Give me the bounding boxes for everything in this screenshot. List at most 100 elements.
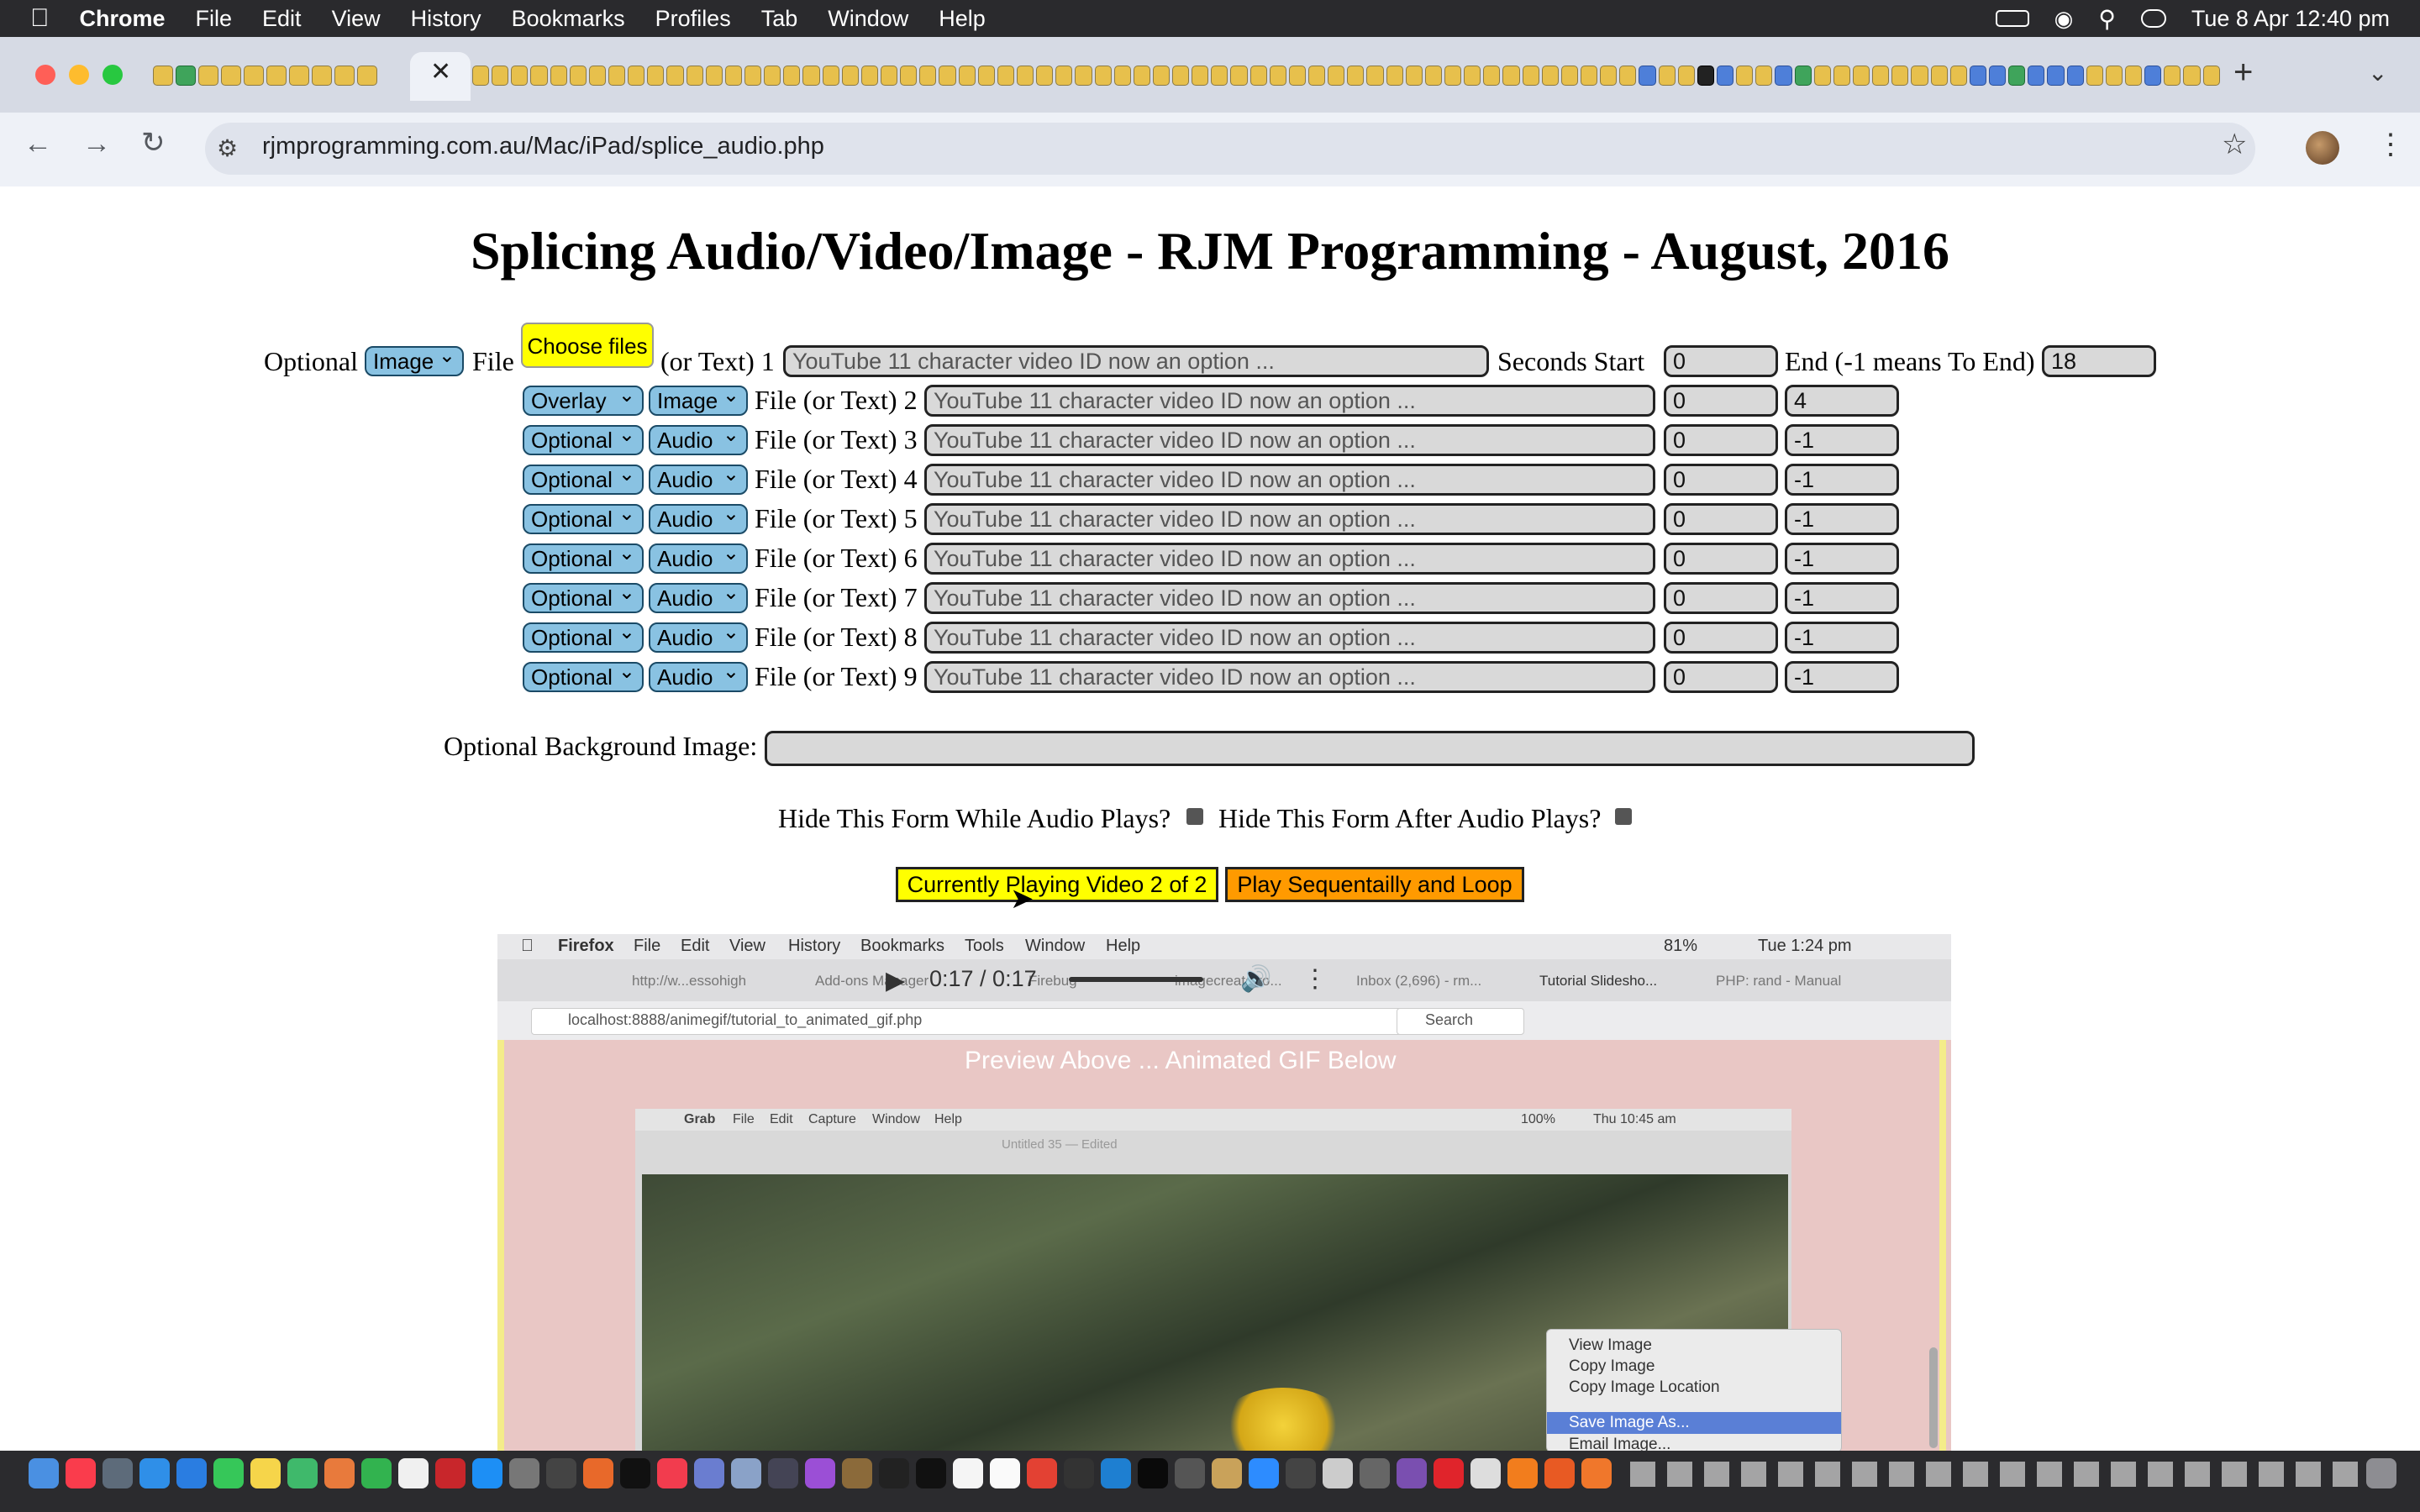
tool-icon[interactable] <box>546 1458 576 1488</box>
row-text-input[interactable]: YouTube 11 character video ID now an opt… <box>924 582 1655 614</box>
row-mode-select[interactable]: Optional <box>523 580 644 613</box>
app-icon[interactable] <box>1544 1458 1575 1488</box>
play-sequentially-loop-button[interactable]: Play Sequentailly and Loop <box>1225 867 1524 902</box>
row-text-input[interactable]: YouTube 11 character video ID now an opt… <box>924 464 1655 496</box>
app-icon[interactable] <box>1323 1458 1353 1488</box>
row-end-input[interactable]: -1 <box>1785 622 1899 654</box>
hide-after-checkbox[interactable] <box>1615 808 1632 825</box>
trash-icon[interactable] <box>2366 1458 2396 1488</box>
finder-icon[interactable] <box>29 1458 59 1488</box>
back-arrow-icon[interactable]: ← <box>24 128 52 160</box>
close-window-button[interactable] <box>35 65 55 85</box>
row-start-input[interactable]: 0 <box>1664 464 1778 496</box>
spotlight-search-icon[interactable]: ⚲ <box>2098 5 2116 33</box>
tab-favicon[interactable] <box>312 66 332 86</box>
row-mode-select[interactable]: Optional <box>523 461 644 495</box>
row-type-select[interactable]: Audio <box>649 619 748 653</box>
video-more-icon[interactable]: ⋮ <box>1302 964 1328 994</box>
row-end-input[interactable]: -1 <box>1785 464 1899 496</box>
row-mode-select[interactable]: Overlay <box>523 382 644 416</box>
zoom-window-button[interactable] <box>103 65 123 85</box>
menu-tab[interactable]: Tab <box>761 6 798 32</box>
tab-favicon[interactable] <box>334 66 355 86</box>
row-mode-select[interactable]: Optional <box>523 659 644 692</box>
tab-search-chevron-icon[interactable]: ⌄ <box>2368 59 2387 87</box>
row-start-input[interactable]: 0 <box>1664 582 1778 614</box>
row-text-input[interactable]: YouTube 11 character video ID now an opt… <box>924 543 1655 575</box>
facetime-icon[interactable] <box>361 1458 392 1488</box>
app-icon[interactable] <box>1064 1458 1094 1488</box>
calculator-app-icon[interactable] <box>509 1458 539 1488</box>
row-end-input[interactable]: -1 <box>1785 661 1899 693</box>
apple-tv-icon[interactable] <box>620 1458 650 1488</box>
tab-favicons-row[interactable] <box>472 60 2220 91</box>
app-icon[interactable] <box>1360 1458 1390 1488</box>
row-end-input[interactable]: -1 <box>1785 582 1899 614</box>
choose-files-button[interactable]: Choose files <box>521 323 654 368</box>
tab-favicon[interactable] <box>153 66 173 86</box>
opera-icon[interactable] <box>1434 1458 1464 1488</box>
row-text-input[interactable]: YouTube 11 character video ID now an opt… <box>924 503 1655 535</box>
menu-help[interactable]: Help <box>939 6 986 32</box>
photos-icon[interactable] <box>324 1458 355 1488</box>
dock-minimized-windows[interactable] <box>1630 1462 2370 1487</box>
app-icon[interactable] <box>1507 1458 1538 1488</box>
battery-icon[interactable] <box>1995 10 2029 27</box>
row-end-input[interactable]: 4 <box>1785 385 1899 417</box>
menu-bookmarks[interactable]: Bookmarks <box>512 6 625 32</box>
control-center-icon[interactable] <box>2140 9 2166 28</box>
app-icon[interactable] <box>879 1458 909 1488</box>
terminal-icon[interactable] <box>916 1458 946 1488</box>
row-mode-select[interactable]: Optional <box>523 422 644 455</box>
video-player[interactable]:  Firefox File Edit View History Bookmar… <box>497 934 1951 1451</box>
row-start-input[interactable]: 0 <box>1664 661 1778 693</box>
row-end-input[interactable]: -1 <box>1785 543 1899 575</box>
tab-favicon[interactable] <box>221 66 241 86</box>
row-start-input[interactable]: 0 <box>1664 424 1778 456</box>
row1-start-input[interactable]: 0 <box>1664 345 1778 377</box>
close-tab-icon[interactable]: ✕ <box>430 57 451 87</box>
app-icon[interactable] <box>842 1458 872 1488</box>
row-mode-select[interactable]: Optional <box>523 540 644 574</box>
row-end-input[interactable]: -1 <box>1785 424 1899 456</box>
news-icon[interactable] <box>657 1458 687 1488</box>
more-options-icon[interactable]: ⋮ <box>2376 128 2405 161</box>
app-icon[interactable] <box>1138 1458 1168 1488</box>
maps-icon[interactable] <box>287 1458 318 1488</box>
app-icon[interactable] <box>1397 1458 1427 1488</box>
app-store-icon[interactable] <box>472 1458 502 1488</box>
new-tab-button[interactable]: + <box>2233 54 2253 92</box>
menubar-clock[interactable]: Tue 8 Apr 12:40 pm <box>2191 6 2390 32</box>
bookmark-star-icon[interactable]: ☆ <box>2222 128 2247 161</box>
row-text-input[interactable]: YouTube 11 character video ID now an opt… <box>924 424 1655 456</box>
tab-favicon[interactable] <box>266 66 287 86</box>
menu-edit[interactable]: Edit <box>262 6 302 32</box>
row1-end-input[interactable]: 18 <box>2042 345 2156 377</box>
row1-type-select[interactable]: Image <box>365 343 464 376</box>
music-icon[interactable] <box>66 1458 96 1488</box>
messages-icon[interactable] <box>213 1458 244 1488</box>
currently-playing-button[interactable]: Currently Playing Video 2 of 2 <box>896 867 1218 902</box>
app-icon[interactable] <box>1212 1458 1242 1488</box>
row-type-select[interactable]: Audio <box>649 540 748 574</box>
row-mode-select[interactable]: Optional <box>523 501 644 534</box>
row-text-input[interactable]: YouTube 11 character video ID now an opt… <box>924 622 1655 654</box>
menu-view[interactable]: View <box>332 6 381 32</box>
tab-favicon[interactable] <box>176 66 196 86</box>
row-start-input[interactable]: 0 <box>1664 543 1778 575</box>
background-image-input[interactable] <box>765 731 1975 766</box>
bbedit-icon[interactable] <box>768 1458 798 1488</box>
firefox-dock-icon[interactable] <box>583 1458 613 1488</box>
app-icon[interactable] <box>1101 1458 1131 1488</box>
app-icon[interactable] <box>1175 1458 1205 1488</box>
pinned-tabs-left[interactable] <box>153 60 405 91</box>
filezilla-icon[interactable] <box>435 1458 466 1488</box>
forward-arrow-icon[interactable]: → <box>82 128 111 160</box>
calculator-icon[interactable] <box>103 1458 133 1488</box>
menu-window[interactable]: Window <box>828 6 908 32</box>
video-play-icon[interactable]: ▶ <box>886 966 905 995</box>
row-start-input[interactable]: 0 <box>1664 503 1778 535</box>
calendar-icon[interactable] <box>953 1458 983 1488</box>
firefox-icon-2[interactable] <box>1581 1458 1612 1488</box>
row-type-select[interactable]: Audio <box>649 422 748 455</box>
